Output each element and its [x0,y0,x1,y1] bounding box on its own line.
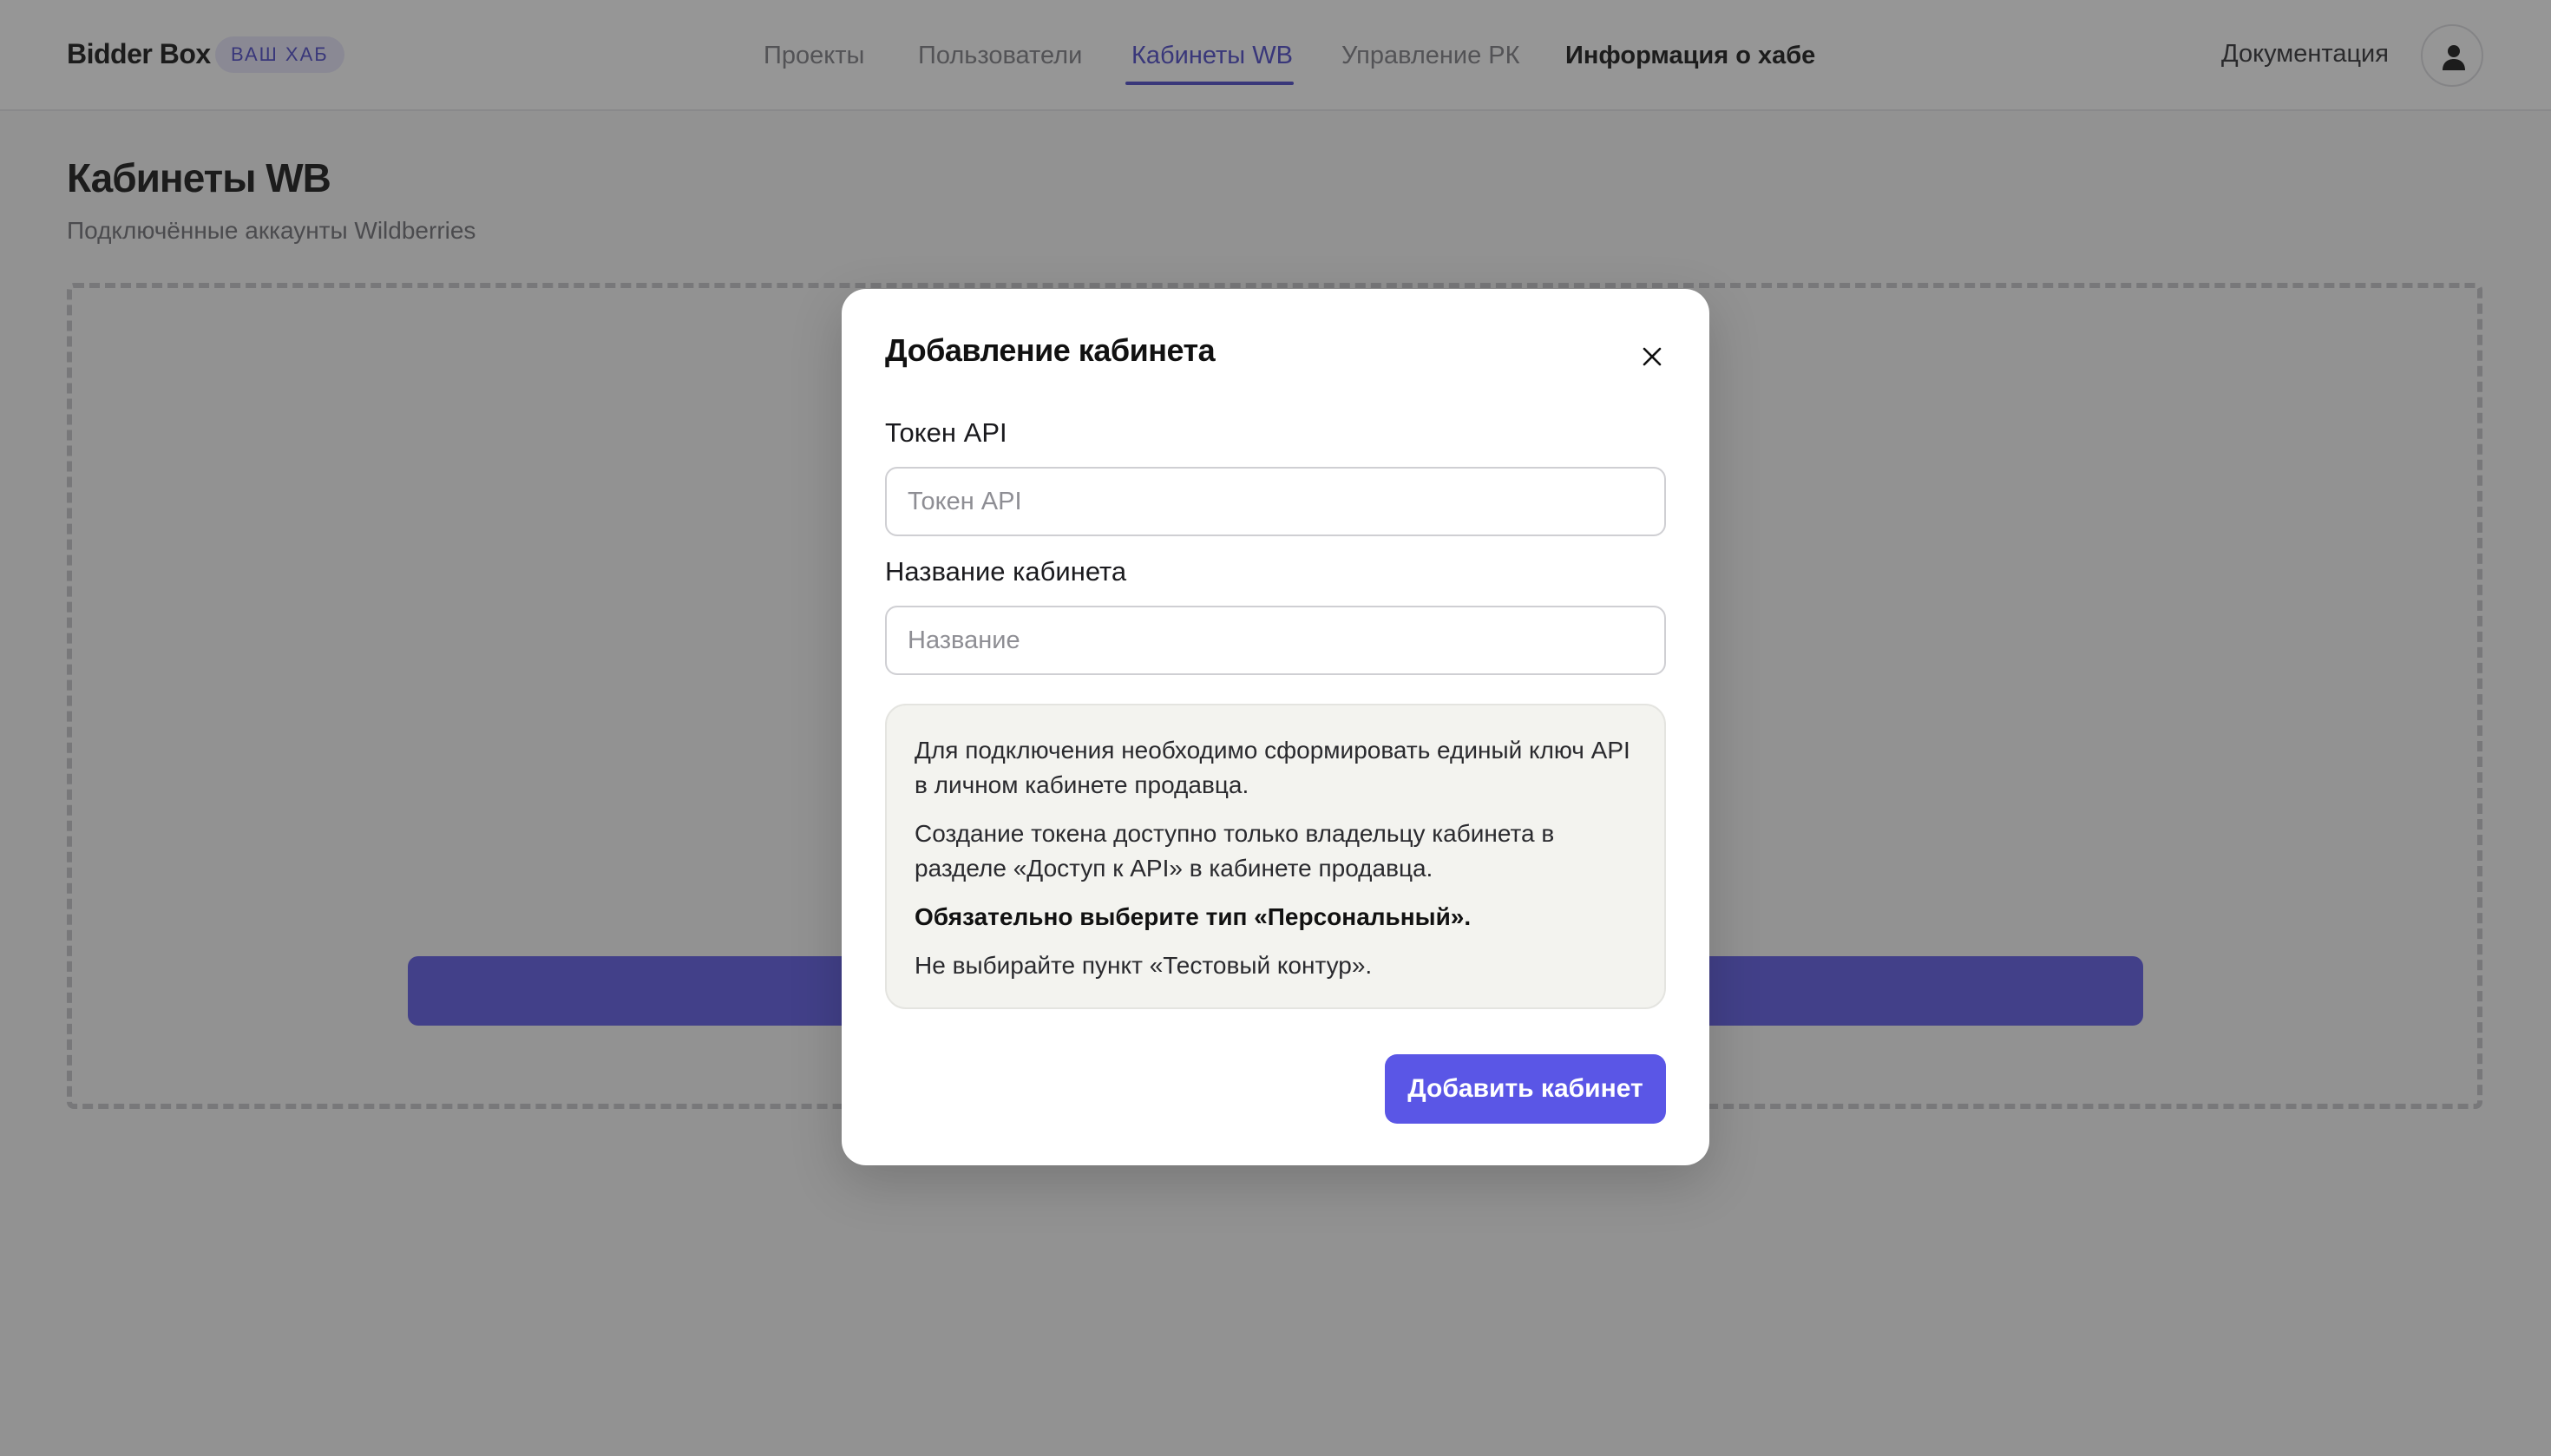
add-cabinet-button[interactable]: Добавить кабинет [1385,1054,1666,1124]
instruction-text: Не выбирайте пункт «Тестовый контур». [915,952,1373,979]
instructions-panel: Для подключения необходимо сформировать … [885,704,1666,1009]
token-api-label: Токен API [885,417,1007,448]
page: Bidder Box ВАШ ХАБ Проекты Пользователи … [0,0,2551,1456]
add-cabinet-dialog: Добавление кабинета Токен API Название к… [842,289,1709,1165]
dialog-title: Добавление кабинета [885,332,1216,368]
cabinet-name-input[interactable] [885,606,1666,675]
instruction-text: Создание токена доступно только владельц… [915,820,1555,882]
instruction-text: Для подключения необходимо сформировать … [915,737,1630,798]
cabinet-name-label: Название кабинета [885,556,1127,587]
close-button[interactable] [1633,338,1671,376]
token-api-input[interactable] [885,467,1666,536]
instruction-warning: Обязательно выберите тип «Персональный». [915,903,1472,930]
close-icon [1643,347,1662,366]
